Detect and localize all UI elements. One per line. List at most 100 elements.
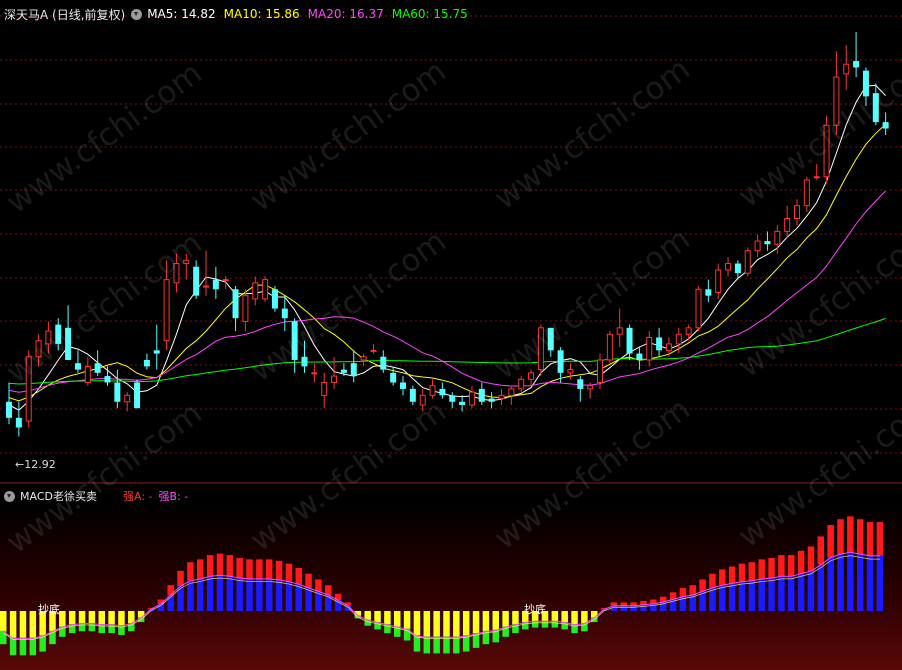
candle-body (429, 385, 436, 396)
macd-bar (413, 611, 421, 652)
ma10-line (8, 123, 886, 402)
macd-bar (226, 555, 234, 611)
macd-bar (285, 563, 293, 611)
candle-body (370, 349, 377, 352)
candle-body (823, 124, 830, 178)
candle (872, 83, 879, 126)
macd-bar-blue (630, 605, 637, 611)
macd-bar-blue (758, 578, 765, 611)
macd-bar (9, 611, 17, 656)
candle-body (665, 343, 672, 351)
candle (754, 234, 761, 258)
macd-bar-blue (206, 576, 214, 611)
main-candlestick-panel[interactable]: 深天马A (日线,前复权) MA5: 14.82 MA10: 15.86 MA2… (0, 0, 902, 484)
macd-bar (689, 585, 696, 611)
candle (705, 279, 712, 303)
macd-bar-yellow (9, 611, 17, 638)
macd-bar (620, 602, 628, 611)
macd-bar-yellow (374, 611, 381, 623)
chevron-down-icon[interactable] (4, 490, 15, 502)
macd-bar (265, 559, 273, 611)
macd-bar-yellow (137, 611, 145, 618)
macd-bar-green (78, 623, 86, 632)
candle-body (6, 401, 12, 418)
candle-body (508, 388, 515, 396)
candle-body (794, 205, 800, 220)
macd-panel[interactable]: MACD老徐买卖 强A: - 强B: - 抄底 抄底 (0, 484, 902, 670)
candle-body (813, 176, 820, 179)
candle (784, 205, 791, 238)
macd-bar (728, 566, 736, 611)
macd-bar-red (748, 562, 756, 581)
candle (715, 263, 722, 299)
chevron-down-icon[interactable] (131, 8, 143, 20)
candle-body (675, 333, 682, 345)
macd-bar (581, 611, 588, 632)
macd-bar-yellow (423, 611, 431, 637)
macd-bar-yellow (502, 611, 509, 627)
macd-bar-yellow (88, 611, 96, 624)
macd-bar (403, 611, 411, 641)
candle (350, 350, 357, 383)
candle-body (518, 378, 525, 390)
macd-bar-blue (876, 555, 884, 611)
macd-bar-red (837, 519, 844, 555)
macd-bar-blue (295, 584, 302, 611)
macd-bar (847, 516, 854, 611)
macd-bar-green (453, 636, 460, 654)
macd-bar (315, 579, 322, 611)
macd-bar-green (433, 636, 440, 654)
macd-bar-yellow (433, 611, 440, 637)
candle-body (183, 259, 190, 265)
bottom-signal-label: 抄底 (524, 603, 546, 616)
macd-bar (502, 611, 509, 637)
candle (222, 276, 229, 290)
stock-title: 深天马A (日线,前复权) (4, 7, 126, 22)
macd-bar-blue (847, 552, 854, 611)
macd-bar-red (847, 516, 854, 553)
candle-body (163, 279, 170, 342)
candle (518, 376, 525, 393)
candle (882, 112, 889, 135)
macd-bar (856, 519, 864, 611)
candle (656, 327, 663, 357)
macd-bar-red (620, 602, 628, 606)
ma20-value: MA20: 16.37 (307, 7, 384, 21)
macd-bar-red (315, 579, 322, 592)
candle (537, 324, 544, 377)
strong-b-label: 强B: - (158, 490, 189, 503)
macd-bar-blue (236, 578, 243, 611)
macd-bar (246, 559, 253, 611)
macd-bar (187, 562, 194, 611)
ma60-value: MA60: 15.75 (391, 7, 468, 21)
candle-body (754, 240, 761, 252)
macd-bar-blue (305, 587, 312, 611)
candle-body (528, 372, 535, 380)
macd-bar (453, 611, 460, 654)
candle-body (114, 382, 121, 402)
macd-bar-yellow (384, 611, 391, 625)
candle-body (232, 289, 239, 319)
candle-body (843, 63, 850, 75)
candle (153, 324, 160, 370)
candle-body (626, 327, 633, 354)
macd-bar-blue (827, 557, 834, 611)
candle-body (193, 266, 200, 296)
candle (311, 363, 318, 383)
macd-bar-red (325, 585, 332, 595)
macd-bar-blue (197, 578, 204, 611)
candle-body (616, 327, 623, 335)
candle-body (15, 417, 22, 428)
macd-bar-yellow (68, 611, 76, 625)
candlestick-chart[interactable] (0, 0, 902, 484)
macd-bar-chart[interactable] (0, 484, 902, 670)
candle (25, 350, 32, 428)
macd-bar-red (295, 567, 302, 585)
candle-body (222, 279, 229, 282)
macd-bar (68, 611, 76, 634)
macd-bar-yellow (581, 611, 588, 624)
candle (193, 260, 200, 299)
macd-bar (551, 611, 559, 628)
macd-bar-red (216, 553, 224, 576)
candle (35, 334, 42, 367)
